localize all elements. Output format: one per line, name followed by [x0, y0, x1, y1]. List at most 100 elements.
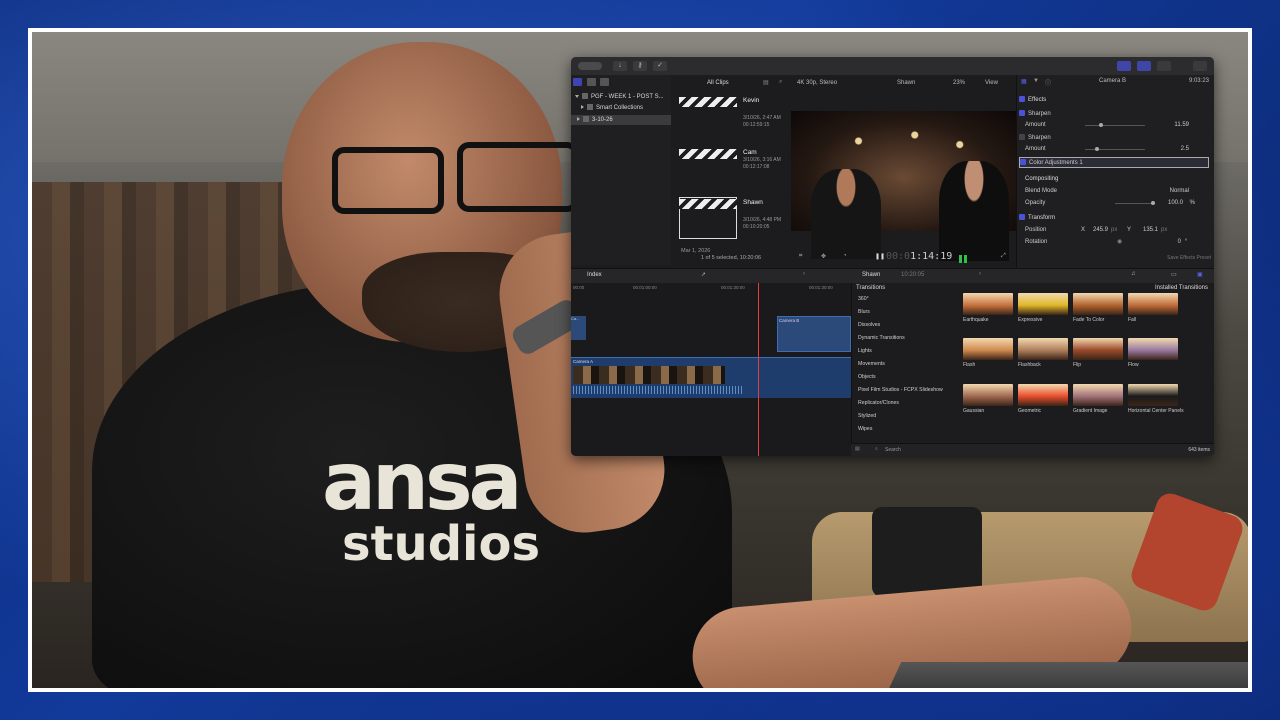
- category-item[interactable]: Blurs: [858, 309, 870, 315]
- timeline-toggle-icon[interactable]: [1137, 61, 1151, 71]
- category-item[interactable]: Stylized: [858, 413, 876, 419]
- video-inspector-icon[interactable]: ▦: [1021, 78, 1027, 85]
- transform-icon[interactable]: ✥: [821, 253, 826, 260]
- play-icon[interactable]: ❚❚: [875, 253, 885, 260]
- clip-item-selected[interactable]: Shawn 3/10/26, 4:48 PM 00:10:20:05: [677, 195, 789, 243]
- video-person-left: [811, 169, 881, 259]
- audio-icon[interactable]: ♫: [1131, 271, 1136, 277]
- inspector-toggle-icon[interactable]: [1157, 61, 1171, 71]
- transitions-search-input[interactable]: Search: [885, 447, 901, 453]
- transition-tile-label: Gaussian: [963, 408, 985, 414]
- clip-name: Cam: [743, 149, 757, 156]
- category-item[interactable]: Dynamic Transitions: [858, 335, 905, 341]
- color-adjustments-effect[interactable]: Color Adjustments 1: [1019, 157, 1209, 168]
- project-name[interactable]: Shawn: [862, 272, 880, 278]
- crop-icon[interactable]: ⌗: [799, 253, 802, 260]
- info-icon[interactable]: ⓘ: [1045, 78, 1051, 87]
- clip-filmstrip: [573, 366, 725, 384]
- browser-toggle-icon[interactable]: ▣: [1197, 271, 1203, 278]
- index-button[interactable]: Index: [587, 272, 602, 278]
- category-item[interactable]: Replicator/Clones: [858, 400, 899, 406]
- libraries-icon[interactable]: [573, 78, 582, 86]
- photos-icon[interactable]: [586, 78, 596, 86]
- category-item[interactable]: Movements: [858, 361, 885, 367]
- clip-appearance-icon[interactable]: ▭: [1171, 271, 1177, 278]
- transition-tile[interactable]: [1073, 384, 1123, 406]
- transition-tile-label: Geometric: [1018, 408, 1042, 414]
- transition-tile[interactable]: [963, 293, 1013, 315]
- compositing-section[interactable]: Compositing: [1025, 174, 1209, 185]
- laptop: [882, 662, 1248, 688]
- transition-tile-label: Fade To Color: [1073, 317, 1105, 323]
- search-icon[interactable]: ⌕: [779, 79, 782, 86]
- transition-tile[interactable]: [1018, 338, 1068, 360]
- format-label: 4K 30p, Stereo: [797, 80, 838, 86]
- transition-tile[interactable]: [963, 338, 1013, 360]
- zoom-menu[interactable]: 23%: [953, 80, 965, 86]
- playhead[interactable]: [758, 283, 759, 456]
- rotation-param[interactable]: Rotation ◉ 0 °: [1025, 237, 1209, 248]
- transition-tile[interactable]: [963, 384, 1013, 406]
- import-icon[interactable]: ↓: [613, 61, 627, 71]
- clip-item[interactable]: Cam 3/10/26, 3:16 AM 00:12:17:08: [677, 145, 789, 193]
- ruler-tick: 00:01:30:00: [721, 285, 745, 290]
- forward-icon[interactable]: ›: [979, 271, 981, 277]
- transition-tile[interactable]: [1018, 293, 1068, 315]
- window-controls[interactable]: [578, 62, 602, 70]
- category-item[interactable]: Wipes: [858, 426, 872, 432]
- transition-tile-label: Flashback: [1018, 362, 1041, 368]
- effects-section[interactable]: Effects: [1019, 95, 1203, 106]
- transform-section[interactable]: Transform: [1019, 213, 1203, 224]
- fullscreen-icon[interactable]: ⤢: [1001, 253, 1006, 260]
- sidebar-toggle-icon[interactable]: ▤: [855, 446, 860, 452]
- transitions-browser: Installed Transitions Earthquake Expressi…: [957, 283, 1214, 443]
- filmstrip-icon[interactable]: ▤: [763, 79, 769, 86]
- category-item[interactable]: Dissolves: [858, 322, 880, 328]
- category-item[interactable]: 360°: [858, 296, 869, 302]
- transition-tile-label: Earthquake: [963, 317, 989, 323]
- event-item[interactable]: 3-10-26: [571, 115, 671, 125]
- category-item[interactable]: Objects: [858, 374, 876, 380]
- transition-tile[interactable]: [1018, 384, 1068, 406]
- category-item[interactable]: Pixel Film Studios - FCPX Slideshow: [858, 387, 943, 393]
- check-icon[interactable]: ✓: [653, 61, 667, 71]
- share-icon[interactable]: [1193, 61, 1207, 71]
- audio-waveform: [573, 386, 743, 394]
- color-inspector-icon[interactable]: ▼: [1033, 78, 1039, 84]
- speed-icon[interactable]: ◔: [843, 253, 847, 259]
- rotation-dial-icon[interactable]: ◉: [1117, 237, 1122, 248]
- clip-label: Camera A: [573, 359, 594, 364]
- audio-meter: [964, 255, 967, 263]
- inspector: ▦ ▼ ⓘ Camera B 9:03:23 Effects Sharpen A…: [1016, 75, 1214, 270]
- amount-param[interactable]: Amount 2.5: [1025, 144, 1209, 155]
- category-item[interactable]: Lights: [858, 348, 872, 354]
- sharpen-effect[interactable]: Sharpen: [1019, 133, 1203, 144]
- clip-item[interactable]: Kevin 3/10/26, 2:47 AM 00:12:59:15: [677, 93, 789, 141]
- key-icon[interactable]: ⚷: [633, 61, 647, 71]
- timeline-clip-small[interactable]: Ca...: [571, 316, 586, 340]
- library-item[interactable]: PGF - WEEK 1 - POST S...: [575, 92, 664, 102]
- installed-transitions-menu[interactable]: Installed Transitions: [1155, 285, 1208, 291]
- smart-collections-item[interactable]: Smart Collections: [581, 103, 643, 113]
- sharpen-effect[interactable]: Sharpen: [1019, 109, 1203, 120]
- transition-tile[interactable]: [1128, 384, 1178, 406]
- transition-tile[interactable]: [1128, 293, 1178, 315]
- clip-filter[interactable]: All Clips: [707, 80, 729, 86]
- titles-icon[interactable]: [600, 78, 610, 86]
- position-param[interactable]: Position X 245.9 px Y 135.1 px: [1025, 225, 1209, 236]
- libraries-toggle-icon[interactable]: [1117, 61, 1131, 71]
- blend-mode-param[interactable]: Blend Mode Normal: [1025, 186, 1209, 197]
- timeline-clip-camera-a[interactable]: Camera A: [571, 357, 851, 398]
- select-tool-icon[interactable]: ➚: [701, 271, 706, 278]
- clip-duration: 00:12:17:08: [743, 164, 770, 170]
- opacity-param[interactable]: Opacity 100.0%: [1025, 198, 1209, 209]
- amount-param[interactable]: Amount 11.59: [1025, 120, 1209, 131]
- save-effects-preset-button[interactable]: Save Effects Preset: [1167, 255, 1211, 261]
- transition-tile[interactable]: [1073, 338, 1123, 360]
- transition-tile[interactable]: [1073, 293, 1123, 315]
- back-icon[interactable]: ‹: [803, 271, 805, 277]
- timeline-clip-camera-b[interactable]: Camera B: [777, 316, 851, 352]
- view-menu[interactable]: View: [985, 80, 998, 86]
- project-duration: 10:20:05: [901, 272, 925, 278]
- transition-tile[interactable]: [1128, 338, 1178, 360]
